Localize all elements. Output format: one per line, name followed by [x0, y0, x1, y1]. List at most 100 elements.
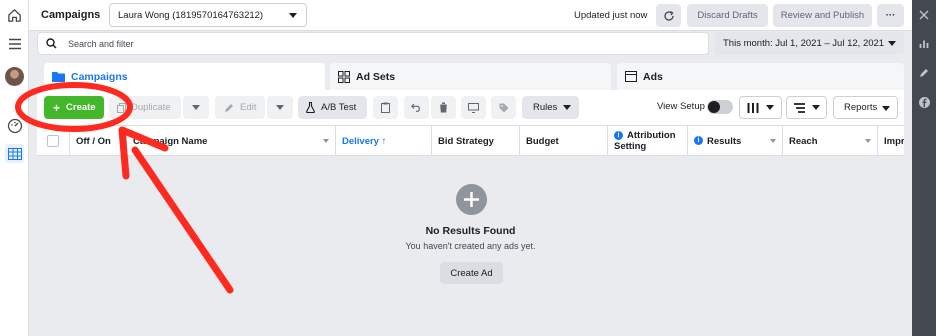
rules-label: Rules	[533, 102, 558, 113]
column-budget[interactable]: Budget	[520, 126, 608, 156]
column-attribution-setting[interactable]: i Attribution Setting	[608, 126, 688, 156]
grid-icon	[338, 70, 350, 83]
tab-ad-sets[interactable]: Ad Sets	[330, 63, 611, 90]
breakdown-icon	[793, 102, 805, 113]
column-label: Results	[707, 135, 742, 147]
reports-label: Reports	[844, 102, 878, 113]
column-impressions[interactable]: Impr	[878, 126, 904, 156]
empty-title: No Results Found	[425, 225, 516, 237]
undo-button[interactable]	[404, 96, 429, 119]
review-publish-button[interactable]: Review and Publish	[773, 4, 872, 27]
page-title: Campaigns	[41, 9, 101, 21]
folder-icon	[52, 71, 65, 82]
column-label: Reach	[789, 135, 818, 147]
create-label: Create	[66, 102, 96, 113]
search-input[interactable]: Search and filter	[37, 32, 709, 55]
columns-button[interactable]	[739, 96, 782, 119]
info-icon: i	[694, 136, 703, 145]
columns-icon	[747, 102, 759, 113]
tab-campaigns[interactable]: Campaigns	[44, 63, 325, 90]
ad-window-icon	[625, 71, 637, 82]
column-label: Campaign Name	[133, 135, 208, 147]
edit-button[interactable]: Edit	[215, 96, 265, 119]
caret-down-icon	[888, 41, 896, 46]
tab-label: Ad Sets	[356, 70, 396, 83]
caret-down-icon	[865, 139, 871, 143]
duplicate-dropdown[interactable]	[183, 96, 209, 119]
facebook-icon[interactable]	[917, 95, 931, 109]
caret-down-icon	[192, 105, 200, 110]
caret-down-icon	[770, 139, 776, 143]
account-selector[interactable]: Laura Wong (1819570164763212)	[109, 3, 307, 27]
date-range-label: This month: Jul 1, 2021 – Jul 12, 2021	[723, 38, 885, 49]
more-options-button[interactable]: ···	[877, 4, 904, 27]
tab-ads[interactable]: Ads	[617, 63, 904, 90]
caret-down-icon	[811, 105, 820, 110]
info-icon: i	[614, 131, 623, 140]
pencil-icon	[224, 103, 234, 113]
updated-status: Updated just now	[574, 10, 648, 21]
caret-down-icon	[276, 105, 284, 110]
date-range-picker[interactable]: This month: Jul 1, 2021 – Jul 12, 2021	[714, 32, 904, 55]
duplicate-button[interactable]: Duplicate	[109, 96, 181, 119]
plus-icon: +	[53, 100, 61, 115]
refresh-icon	[663, 10, 675, 22]
left-nav	[0, 0, 29, 336]
flask-icon	[306, 102, 315, 113]
view-setup-toggle[interactable]	[707, 100, 733, 114]
caret-down-icon	[323, 139, 329, 143]
column-label: Attribution Setting	[614, 130, 676, 152]
right-rail	[912, 0, 936, 336]
top-header: Campaigns Laura Wong (1819570164763212) …	[29, 0, 912, 31]
tab-label: Campaigns	[71, 70, 128, 83]
add-circle-icon	[456, 184, 487, 215]
breakdown-button[interactable]	[786, 96, 827, 119]
pencil-icon[interactable]	[917, 66, 931, 80]
select-all-checkbox[interactable]	[37, 126, 70, 156]
caret-down-icon	[882, 106, 890, 111]
tag-button[interactable]	[491, 96, 516, 119]
menu-icon[interactable]	[5, 34, 24, 53]
create-button[interactable]: + Create	[44, 96, 104, 119]
table-header: Off / On Campaign Name Delivery ↑ Bid St…	[37, 126, 904, 156]
tab-label: Ads	[643, 70, 663, 83]
preview-button[interactable]	[461, 96, 486, 119]
refresh-button[interactable]	[656, 4, 681, 27]
discard-drafts-button[interactable]: Discard Drafts	[687, 4, 768, 27]
ab-test-button[interactable]: A/B Test	[298, 96, 367, 119]
tag-icon	[499, 103, 509, 113]
preview-icon	[468, 102, 479, 113]
duplicate-label: Duplicate	[131, 102, 171, 113]
avatar[interactable]	[5, 67, 24, 86]
clipboard-button[interactable]	[373, 96, 398, 119]
view-setup-label: View Setup	[657, 101, 705, 112]
ads-manager-table-icon[interactable]	[5, 144, 24, 163]
campaigns-panel: Campaigns Ad Sets Ads + Create Duplicate	[37, 63, 904, 336]
column-off-on[interactable]: Off / On	[70, 126, 127, 156]
dashboard-gauge-icon[interactable]	[5, 116, 24, 135]
column-reach[interactable]: Reach	[783, 126, 878, 156]
edit-label: Edit	[240, 102, 257, 113]
bar-chart-icon[interactable]	[917, 37, 931, 51]
empty-state: No Results Found You haven't created any…	[37, 156, 904, 336]
ab-test-label: A/B Test	[321, 102, 357, 113]
rules-button[interactable]: Rules	[522, 96, 579, 119]
column-delivery[interactable]: Delivery ↑	[336, 126, 432, 156]
column-bid-strategy[interactable]: Bid Strategy	[432, 126, 520, 156]
create-ad-button[interactable]: Create Ad	[440, 262, 503, 284]
delete-button[interactable]	[431, 96, 456, 119]
empty-subtitle: You haven't created any ads yet.	[405, 241, 536, 251]
home-icon[interactable]	[5, 6, 24, 25]
account-name: Laura Wong (1819570164763212)	[118, 10, 264, 21]
reports-button[interactable]: Reports	[833, 96, 898, 119]
search-placeholder: Search and filter	[68, 39, 134, 49]
edit-dropdown[interactable]	[267, 96, 293, 119]
column-campaign-name[interactable]: Campaign Name	[127, 126, 336, 156]
column-results[interactable]: i Results	[688, 126, 783, 156]
duplicate-icon	[117, 102, 126, 113]
clipboard-icon	[381, 102, 390, 113]
caret-down-icon	[766, 105, 774, 110]
search-icon	[46, 38, 57, 49]
caret-down-icon	[289, 13, 297, 18]
close-icon[interactable]	[917, 8, 931, 22]
